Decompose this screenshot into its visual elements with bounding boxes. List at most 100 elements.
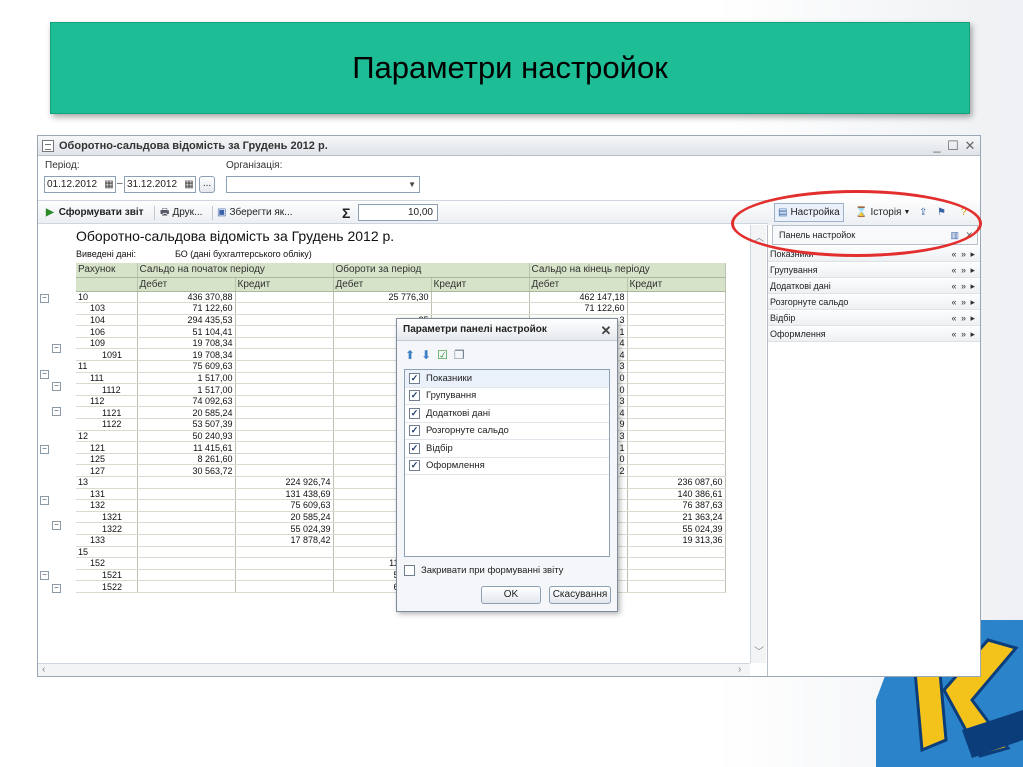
expand-arrows-icon[interactable]: « » ▸ (951, 247, 976, 261)
account-cell: 1321 (76, 511, 138, 524)
amount-cell: 236 087,60 (627, 476, 726, 489)
play-icon: ▶ (46, 207, 54, 218)
amount-cell: 8 261,60 (137, 453, 236, 466)
expand-arrows-icon[interactable]: « » ▸ (951, 295, 976, 309)
collapse-toggle-icon[interactable]: − (52, 520, 61, 530)
collapse-toggle-icon[interactable]: − (40, 571, 49, 581)
close-on-generate-option[interactable]: Закривати при формуванні звіту (404, 565, 563, 576)
dialog-item-list: ✓ Показники ✓ Групування ✓ Додаткові дані ✓ Роз… (404, 369, 610, 557)
settings-section-label: Відбір (770, 313, 796, 323)
settings-section-label: Групування (770, 265, 818, 275)
window-titlebar[interactable]: Оборотно-сальдова відомість за Грудень 2… (38, 136, 980, 156)
minimize-button[interactable]: _ (930, 138, 944, 153)
calendar-icon[interactable]: ▦ (102, 178, 116, 192)
highlight-oval (731, 190, 982, 257)
amount-cell (137, 557, 236, 570)
arrow-down-icon[interactable]: ⬇ (421, 348, 431, 362)
dialog-titlebar[interactable]: Параметри панелі настройок ✕ (397, 319, 617, 341)
save-as-button[interactable]: ▣ Зберегти як... (217, 205, 293, 221)
account-cell: 1091 (76, 348, 138, 362)
amount-cell (235, 314, 334, 327)
amount-cell (627, 430, 726, 443)
expand-arrows-icon[interactable]: « » ▸ (951, 311, 976, 325)
ok-button[interactable]: OK (481, 586, 541, 604)
table-row[interactable]: 103 71 122,60 71 122,60 (76, 302, 726, 315)
collapse-toggle-icon[interactable]: − (40, 495, 49, 505)
calendar-icon[interactable]: ▦ (182, 178, 196, 192)
expand-arrows-icon[interactable]: « » ▸ (951, 327, 976, 341)
collapse-toggle-icon[interactable]: − (52, 583, 61, 593)
column-header: Обороти за період (333, 263, 530, 278)
item-label: Додаткові дані (426, 407, 491, 419)
dialog-list-item[interactable]: ✓ Розгорнуте сальдо (405, 423, 609, 440)
collapse-toggle-icon[interactable]: − (40, 369, 49, 379)
account-cell: 13 (76, 476, 138, 489)
period-label: Період: (45, 160, 80, 171)
settings-section-row[interactable]: Розгорнуте сальдо « » ▸ (768, 295, 980, 310)
item-checkbox[interactable]: ✓ (409, 442, 420, 454)
print-button[interactable]: 🖶 Друк... (160, 205, 202, 221)
account-cell: 103 (76, 302, 138, 315)
item-checkbox[interactable]: ✓ (409, 407, 420, 419)
item-checkbox[interactable]: ✓ (409, 372, 420, 384)
collapse-toggle-icon[interactable]: − (52, 382, 61, 392)
amount-cell (627, 569, 726, 582)
item-checkbox[interactable]: ✓ (409, 460, 420, 472)
maximize-button[interactable]: ☐ (946, 138, 960, 154)
generate-report-button[interactable]: ▶ Сформувати звіт (46, 205, 144, 221)
settings-section-row[interactable]: Додаткові дані « » ▸ (768, 279, 980, 294)
account-cell: 10 (76, 291, 138, 304)
amount-cell: 30 563,72 (137, 464, 236, 477)
period-select-button[interactable]: ... (199, 176, 215, 193)
item-checkbox[interactable]: ✓ (409, 390, 420, 402)
table-row[interactable]: 10 436 370,88 25 776,30 462 147,18 (76, 291, 726, 304)
account-cell: 1112 (76, 383, 138, 396)
close-window-button[interactable]: ✕ (963, 138, 977, 154)
uncheck-all-icon[interactable]: ❐ (454, 348, 465, 362)
scroll-right-icon[interactable]: › (738, 664, 741, 675)
close-on-generate-checkbox[interactable] (404, 565, 415, 576)
close-dialog-button[interactable]: ✕ (599, 320, 613, 342)
print-label: Друк... (172, 207, 203, 218)
collapse-toggle-icon[interactable]: − (52, 407, 61, 417)
collapse-toggle-icon[interactable]: − (40, 445, 49, 455)
dialog-toolbar: ⬆ ⬇ ☑ ❐ (405, 347, 465, 363)
scroll-left-icon[interactable]: ‹ (42, 664, 45, 675)
item-checkbox[interactable]: ✓ (409, 425, 420, 437)
panel-settings-dialog: Параметри панелі настройок ✕ ⬆ ⬇ ☑ ❐ ✓ По… (396, 318, 618, 612)
collapse-toggle-icon[interactable]: − (52, 344, 61, 354)
amount-cell (627, 395, 726, 408)
vertical-scrollbar[interactable]: ︿ ﹀ (750, 225, 766, 663)
settings-section-row[interactable]: Групування « » ▸ (768, 263, 980, 278)
settings-section-row[interactable]: Оформлення « » ▸ (768, 327, 980, 342)
arrow-up-icon[interactable]: ⬆ (405, 348, 415, 362)
amount-cell (235, 569, 334, 582)
amount-cell (137, 569, 236, 582)
cancel-button[interactable]: Скасування (549, 586, 611, 604)
dialog-list-item[interactable]: ✓ Показники (405, 370, 609, 388)
expand-arrows-icon[interactable]: « » ▸ (951, 279, 976, 293)
organization-field[interactable]: ▼ (226, 176, 420, 193)
item-label: Показники (426, 372, 473, 384)
horizontal-scrollbar[interactable]: ‹ › (38, 663, 750, 676)
amount-cell (627, 372, 726, 385)
item-label: Групування (426, 390, 477, 402)
account-cell: 11 (76, 360, 138, 373)
amount-cell: 19 708,34 (137, 337, 236, 350)
dialog-list-item[interactable]: ✓ Оформлення (405, 458, 609, 475)
dialog-list-item[interactable]: ✓ Відбір (405, 440, 609, 458)
dialog-list-item[interactable]: ✓ Додаткові дані (405, 405, 609, 423)
expand-arrows-icon[interactable]: « » ▸ (951, 263, 976, 277)
dialog-list-item[interactable]: ✓ Групування (405, 388, 609, 405)
date-to-value: 31.12.2012 (127, 179, 178, 190)
amount-cell: 294 435,53 (137, 314, 236, 327)
collapse-toggle-icon[interactable]: − (40, 294, 49, 303)
check-all-icon[interactable]: ☑ (437, 348, 448, 362)
account-cell: 1322 (76, 522, 138, 535)
scroll-down-icon[interactable]: ﹀ (754, 643, 764, 658)
amount-cell: 17 878,42 (235, 534, 334, 547)
settings-section-row[interactable]: Відбір « » ▸ (768, 311, 980, 326)
account-cell: 111 (76, 372, 138, 385)
chevron-down-icon[interactable]: ▼ (408, 177, 416, 192)
save-as-label: Зберегти як... (229, 207, 293, 218)
